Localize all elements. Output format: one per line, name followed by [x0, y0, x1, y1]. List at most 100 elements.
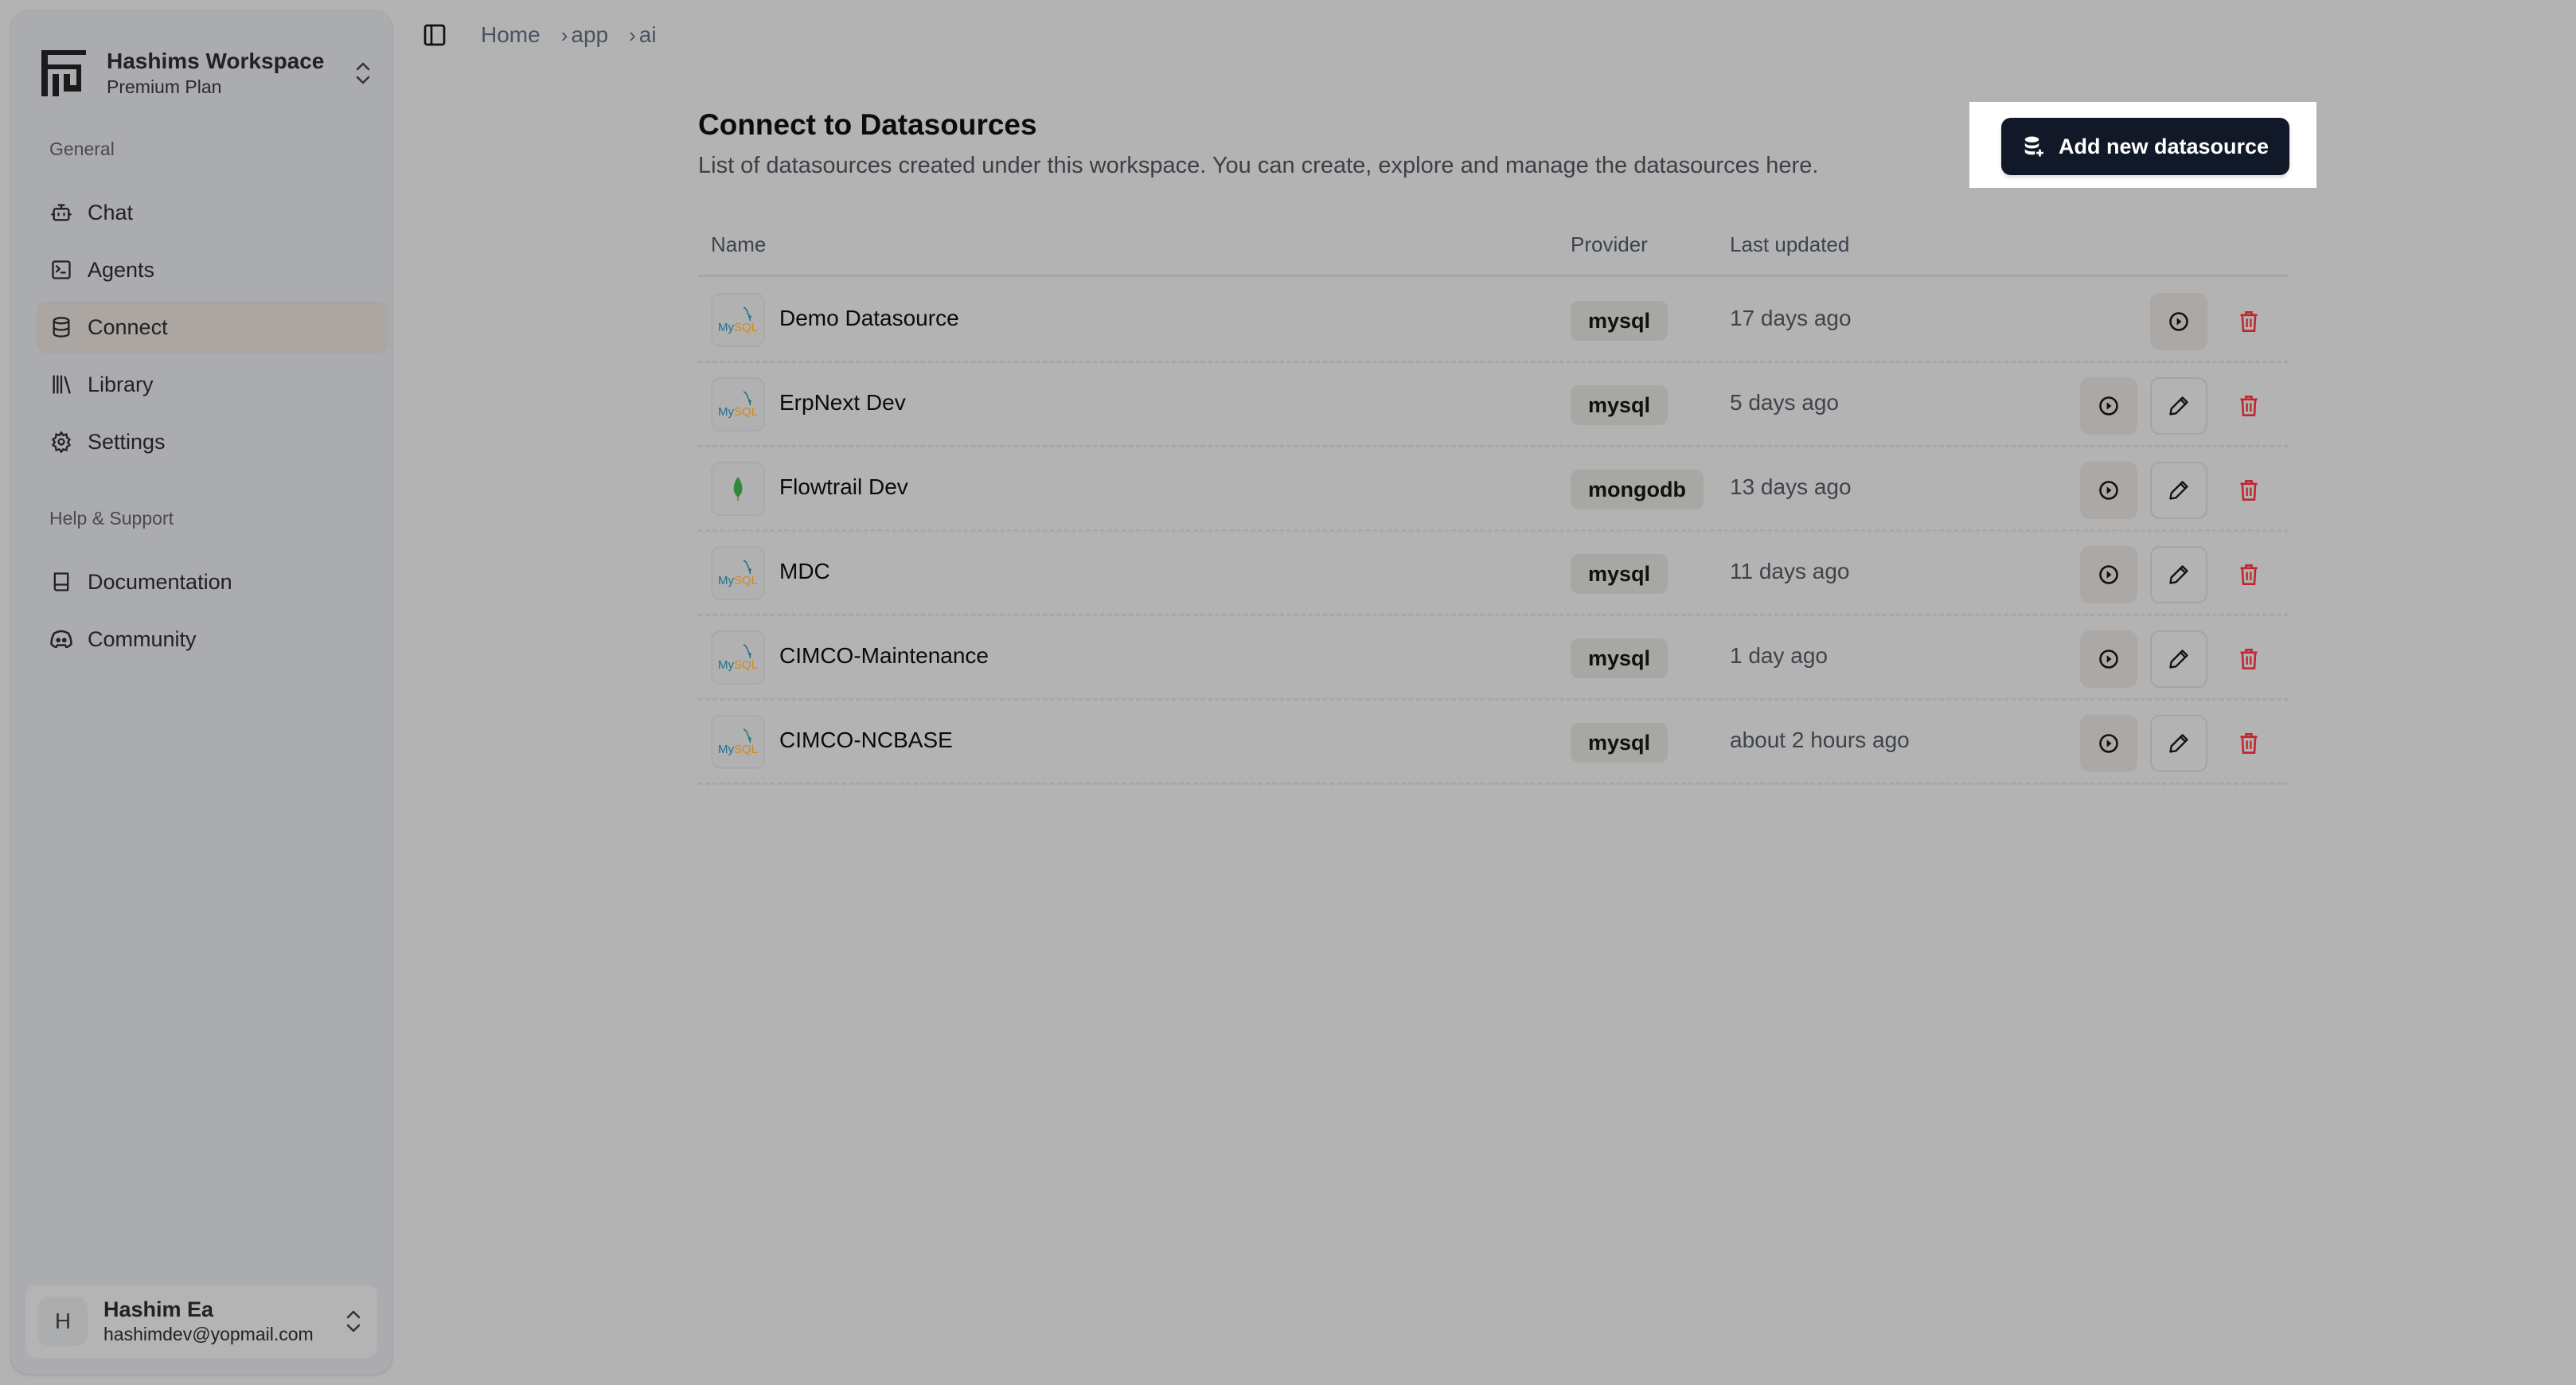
run-button[interactable]: [2150, 293, 2207, 350]
delete-button[interactable]: [2220, 462, 2277, 519]
sidebar-item-label: Chat: [88, 200, 134, 224]
provider-logo: My SQL: [711, 293, 765, 347]
datasource-name[interactable]: ErpNext Dev: [779, 390, 906, 416]
table-row[interactable]: My SQL ErpNext Dev mysql 5 days ago: [698, 363, 2289, 447]
table-row[interactable]: My SQL CIMCO-Maintenance mysql 1 day ago: [698, 616, 2289, 700]
chevron-right-icon: ›: [560, 22, 568, 47]
trash-icon: [2240, 733, 2258, 754]
mysql-logo-icon: My SQL: [718, 560, 758, 587]
trash-icon: [2240, 396, 2258, 416]
sidebar-item-label: Agents: [88, 257, 155, 282]
sidebar-item-settings[interactable]: Settings: [37, 416, 388, 468]
provider-badge: mysql: [1571, 554, 1669, 594]
add-datasource-button[interactable]: Add new datasource: [2001, 118, 2289, 175]
library-icon: [49, 373, 73, 396]
mysql-logo-icon: My SQL: [718, 728, 758, 756]
last-updated: 13 days ago: [1730, 474, 1852, 499]
provider-badge: mysql: [1571, 638, 1669, 678]
sidebar-item-connect[interactable]: Connect: [37, 301, 388, 353]
last-updated: 17 days ago: [1730, 306, 1852, 330]
user-menu[interactable]: H Hashim Ea hashimdev@yopmail.com: [25, 1285, 377, 1358]
provider-badge: mysql: [1571, 301, 1669, 341]
mysql-logo-icon: My SQL: [718, 391, 758, 419]
provider-badge: mysql: [1571, 723, 1669, 763]
column-header-last-updated: Last updated: [1730, 232, 1850, 256]
workspace-switcher[interactable]: Hashims Workspace Premium Plan: [40, 35, 374, 111]
play-circle-icon: [2099, 650, 2118, 669]
edit-button[interactable]: [2150, 462, 2207, 519]
discord-icon: [49, 627, 73, 651]
last-updated: 11 days ago: [1730, 559, 1850, 583]
edit-button[interactable]: [2150, 630, 2207, 688]
play-circle-icon: [2099, 481, 2118, 500]
sidebar-item-community[interactable]: Community: [37, 613, 388, 665]
datasource-name[interactable]: MDC: [779, 559, 830, 584]
section-label-help: Help & Support: [49, 508, 174, 529]
chevron-right-icon: ›: [629, 22, 636, 47]
svg-text:My: My: [718, 321, 734, 334]
delete-button[interactable]: [2220, 546, 2277, 603]
sidebar-item-chat[interactable]: Chat: [37, 186, 388, 239]
sidebar-item-agents[interactable]: Agents: [37, 244, 388, 296]
gear-icon: [49, 430, 73, 454]
breadcrumb-home[interactable]: Home: [481, 22, 541, 48]
edit-button[interactable]: [2150, 546, 2207, 603]
provider-badge: mysql: [1571, 385, 1669, 425]
table-row[interactable]: Flowtrail Dev mongodb 13 days ago: [698, 447, 2289, 532]
breadcrumb-ai: ai: [638, 22, 657, 47]
delete-button[interactable]: [2220, 377, 2277, 435]
table-row[interactable]: My SQL MDC mysql 11 days ago: [698, 532, 2289, 616]
provider-logo: [711, 462, 765, 516]
svg-text:SQL: SQL: [734, 405, 758, 419]
provider-logo: My SQL: [711, 546, 765, 600]
sidebar-item-label: Settings: [88, 429, 166, 454]
column-header-name: Name: [711, 232, 767, 256]
pencil-icon: [2169, 650, 2188, 669]
provider-logo: My SQL: [711, 715, 765, 769]
provider-badge: mongodb: [1571, 470, 1704, 509]
section-label-general: General: [49, 138, 115, 159]
svg-text:My: My: [718, 574, 734, 587]
svg-text:SQL: SQL: [734, 743, 758, 756]
sidebar-item-label: Connect: [88, 314, 168, 339]
delete-button[interactable]: [2220, 293, 2277, 350]
datasource-name[interactable]: Flowtrail Dev: [779, 474, 908, 500]
trash-icon: [2240, 480, 2258, 501]
mysql-logo-icon: My SQL: [718, 644, 758, 672]
svg-text:SQL: SQL: [734, 658, 758, 672]
sidebar-item-documentation[interactable]: Documentation: [37, 556, 388, 608]
run-button[interactable]: [2080, 630, 2137, 688]
edit-button[interactable]: [2150, 377, 2207, 435]
table-row[interactable]: My SQL Demo Datasource mysql 17 days ago: [698, 279, 2289, 363]
run-button[interactable]: [2080, 715, 2137, 772]
pencil-icon: [2169, 734, 2188, 753]
pencil-icon: [2169, 396, 2188, 416]
delete-button[interactable]: [2220, 715, 2277, 772]
chevrons-up-down-icon: [356, 62, 370, 84]
chevrons-up-down-icon: [346, 1310, 361, 1332]
breadcrumb: Home › app › ai: [481, 22, 657, 48]
svg-text:SQL: SQL: [734, 321, 758, 334]
terminal-icon: [49, 258, 73, 282]
svg-text:My: My: [718, 658, 734, 672]
svg-text:My: My: [718, 743, 734, 756]
sidebar-toggle-icon[interactable]: [422, 22, 447, 48]
mongodb-logo-icon: [733, 477, 743, 501]
sidebar-item-library[interactable]: Library: [37, 358, 388, 411]
workspace-logo-icon: [41, 50, 86, 96]
datasource-name[interactable]: CIMCO-Maintenance: [779, 643, 989, 669]
run-button[interactable]: [2080, 546, 2137, 603]
datasource-name[interactable]: CIMCO-NCBASE: [779, 728, 953, 753]
sidebar-item-label: Documentation: [88, 569, 232, 594]
edit-button[interactable]: [2150, 715, 2207, 772]
svg-text:My: My: [718, 405, 734, 419]
sidebar-item-label: Community: [88, 626, 197, 651]
table-row[interactable]: My SQL CIMCO-NCBASE mysql about 2 hours ago: [698, 700, 2289, 785]
breadcrumb-app[interactable]: app: [571, 22, 608, 48]
pencil-icon: [2169, 565, 2188, 584]
delete-button[interactable]: [2220, 630, 2277, 688]
user-email: hashimdev@yopmail.com: [103, 1324, 314, 1344]
run-button[interactable]: [2080, 377, 2137, 435]
run-button[interactable]: [2080, 462, 2137, 519]
datasource-name[interactable]: Demo Datasource: [779, 306, 959, 331]
